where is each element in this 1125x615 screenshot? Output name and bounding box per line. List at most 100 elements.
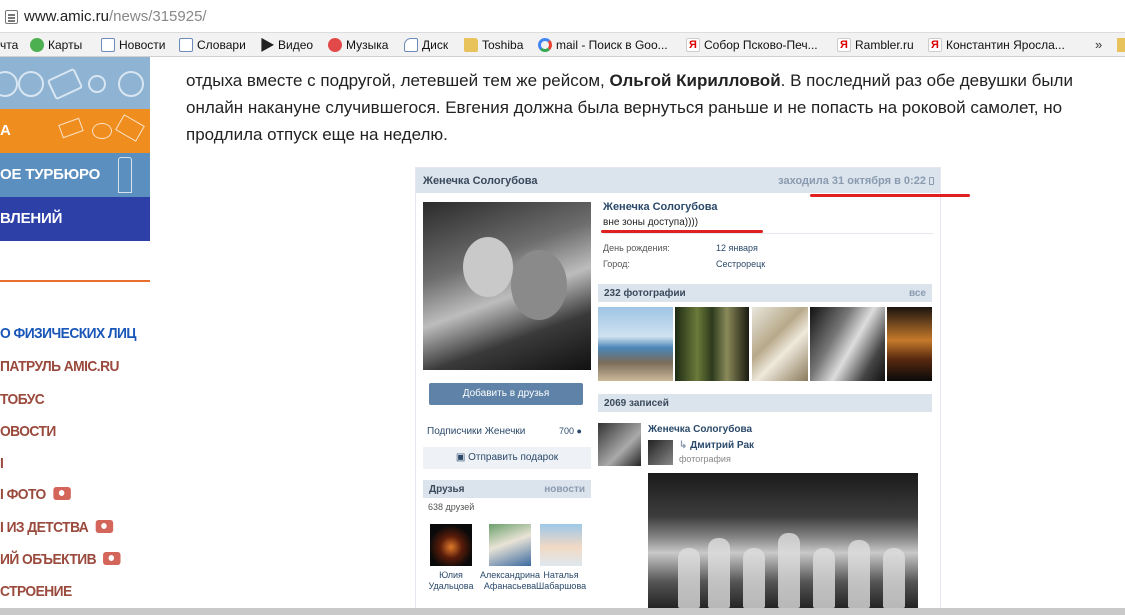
address-bar[interactable]: www.amic.ru/news/315925/	[0, 0, 1125, 33]
bookmark-label: Rambler.ru	[855, 38, 914, 52]
vk-header-name: Женечка Сологубова	[423, 175, 538, 187]
bookmark-item[interactable]: Видео	[260, 33, 313, 57]
vk-last-seen-text: заходила 31 октября в 0:22	[778, 175, 926, 187]
bookmark-item[interactable]: mail - Поиск в Goo...	[538, 33, 668, 57]
bookmark-label: mail - Поиск в Goo...	[556, 38, 668, 52]
sidebar-menu-item[interactable]: О ФИЗИЧЕСКИХ ЛИЦ	[0, 325, 136, 342]
vk-profile-screenshot: Женечка Сологубова заходила 31 октября в…	[415, 167, 941, 615]
music-icon	[328, 37, 342, 52]
sidebar-menu-item[interactable]: І ФОТО	[0, 486, 71, 503]
vk-post-photo	[648, 473, 918, 614]
vk-photo-thumb	[752, 307, 808, 381]
vk-photo-thumb	[810, 307, 885, 381]
sidebar-menu-item[interactable]: ТОБУС	[0, 391, 45, 408]
article-line: продлила отпуск еще на неделю.	[186, 125, 448, 144]
bookmarks-bar: чта Карты Новости Словари Видео Музыка Д…	[0, 33, 1125, 57]
vk-friends-header: Друзья новости	[423, 480, 591, 498]
sidebar-menu-label: ИЙ ОБЪЕКТИВ	[0, 551, 97, 568]
sidebar-menu-label: І ФОТО	[0, 486, 46, 503]
article-text: . В последний раз обе девушки были	[780, 71, 1073, 90]
decor-glasses-icon	[92, 123, 112, 139]
decor-tower-icon	[118, 157, 132, 193]
photo-shape	[463, 237, 513, 297]
sidebar-menu-label: ОВОСТИ	[0, 423, 56, 440]
sidebar-menu-label: ПАТРУЛЬ AMIC.RU	[0, 358, 119, 375]
sidebar-band-label: ВЛЕНИЙ	[0, 210, 63, 227]
vk-photos-title: 232 фотографии	[604, 288, 686, 299]
vk-repost-name-text: Дмитрий Рак	[690, 440, 755, 451]
bookmark-item[interactable]: Я Rambler.ru	[837, 33, 914, 57]
article-line: отдыха вместе с подругой, летевшей тем ж…	[186, 67, 1073, 94]
bookmark-label: Константин Яросла...	[946, 38, 1065, 52]
url-host: www.amic.ru	[24, 8, 110, 25]
vk-info-value: Сестрорецк	[716, 259, 766, 269]
vk-photo-thumb	[887, 307, 932, 381]
sidebar-menu-item[interactable]: ОВОСТИ	[0, 423, 56, 440]
sidebar-menu-item[interactable]: І	[0, 455, 4, 472]
sidebar-band[interactable]: А	[0, 109, 150, 153]
gear-icon	[118, 71, 144, 97]
bookmark-item[interactable]: Новости	[101, 33, 165, 57]
folder-icon	[464, 37, 478, 52]
friend-first-name: Александрина	[480, 570, 541, 580]
camera-icon	[53, 486, 71, 500]
bookmarks-more-button[interactable]: »	[1095, 33, 1102, 57]
horizontal-scrollbar[interactable]	[0, 608, 1125, 615]
bookmark-label: Новости	[119, 38, 166, 52]
annotation-underline	[810, 194, 970, 197]
bookmark-item[interactable]: чта	[0, 33, 18, 57]
folder-icon[interactable]	[1117, 38, 1125, 52]
vk-info-label: День рождения:	[603, 243, 670, 253]
sidebar-menu-label: СТРОЕНИЕ	[0, 583, 72, 600]
sidebar-band[interactable]: ВЛЕНИЙ	[0, 197, 150, 241]
sidebar-menu-item[interactable]: І ИЗ ДЕТСТВА	[0, 519, 114, 536]
people-icon: ●	[576, 426, 582, 436]
vk-photo-thumb	[598, 307, 673, 381]
bookmark-label: Toshiba	[482, 38, 524, 52]
friend-last-name: Шабаршова	[536, 581, 587, 591]
vk-last-seen: заходила 31 октября в 0:22	[778, 175, 934, 187]
bookmark-item[interactable]: Диск	[404, 33, 448, 57]
vk-info-label: Город:	[603, 259, 630, 269]
photo-shape	[743, 548, 765, 608]
sidebar: А ОЕ ТУРБЮРО ВЛЕНИЙ О ФИЗИЧЕСКИХ ЛИЦ ПАТ…	[0, 57, 150, 615]
vk-info-value: 12 января	[716, 243, 758, 253]
sidebar-band-label: А	[0, 122, 11, 139]
bookmark-item[interactable]: Музыка	[328, 33, 388, 57]
friend-last-name: Удальцова	[428, 581, 474, 591]
vk-friend: Александрина Афанасьева	[480, 524, 540, 592]
friend-photo	[489, 524, 531, 566]
bookmark-item[interactable]: Карты	[30, 33, 82, 57]
bookmark-item[interactable]: Toshiba	[464, 33, 523, 57]
decor-ticket-icon	[46, 67, 84, 101]
bookmark-item[interactable]: Я Собор Псково-Печ...	[686, 33, 818, 57]
vk-photos-header: 232 фотографии все	[598, 284, 932, 302]
camera-icon	[103, 551, 121, 565]
article-line: онлайн накануне случившегося. Евгения до…	[186, 98, 1063, 117]
bookmark-item[interactable]: Словари	[179, 33, 246, 57]
photo-shape	[511, 250, 567, 320]
google-icon	[538, 37, 552, 52]
sidebar-menu-label: І	[0, 455, 4, 472]
vk-repost-type: фотография	[679, 454, 731, 464]
vk-repost-author: ↳ Дмитрий Рак	[679, 440, 754, 451]
dictionary-icon	[179, 37, 193, 52]
sidebar-menu-item[interactable]: ИЙ ОБЪЕКТИВ	[0, 551, 121, 568]
bookmark-item[interactable]: Я Константин Яросла...	[928, 33, 1065, 57]
sidebar-menu-item[interactable]: СТРОЕНИЕ	[0, 583, 72, 600]
vk-posts-header: 2069 записей	[598, 394, 932, 412]
video-icon	[261, 37, 274, 52]
sidebar-menu-item[interactable]: ПАТРУЛЬ AMIC.RU	[0, 358, 119, 375]
vk-friend: Юлия Удальцова	[426, 524, 476, 592]
vk-profile-name: Женечка Сологубова	[603, 201, 718, 213]
photo-shape	[813, 548, 835, 608]
vk-photos-all: все	[908, 288, 926, 299]
sidebar-band[interactable]: ОЕ ТУРБЮРО	[0, 153, 150, 197]
photo-shape	[708, 538, 730, 608]
url-text[interactable]: www.amic.ru/news/315925/	[24, 8, 207, 25]
vk-status: вне зоны доступа))))	[603, 217, 699, 228]
vk-friend: Наталья Шабаршова	[536, 524, 586, 592]
maps-icon	[30, 37, 44, 52]
vk-subscribers-label: Подписчики Женечки	[427, 426, 526, 437]
page-icon	[5, 10, 18, 24]
